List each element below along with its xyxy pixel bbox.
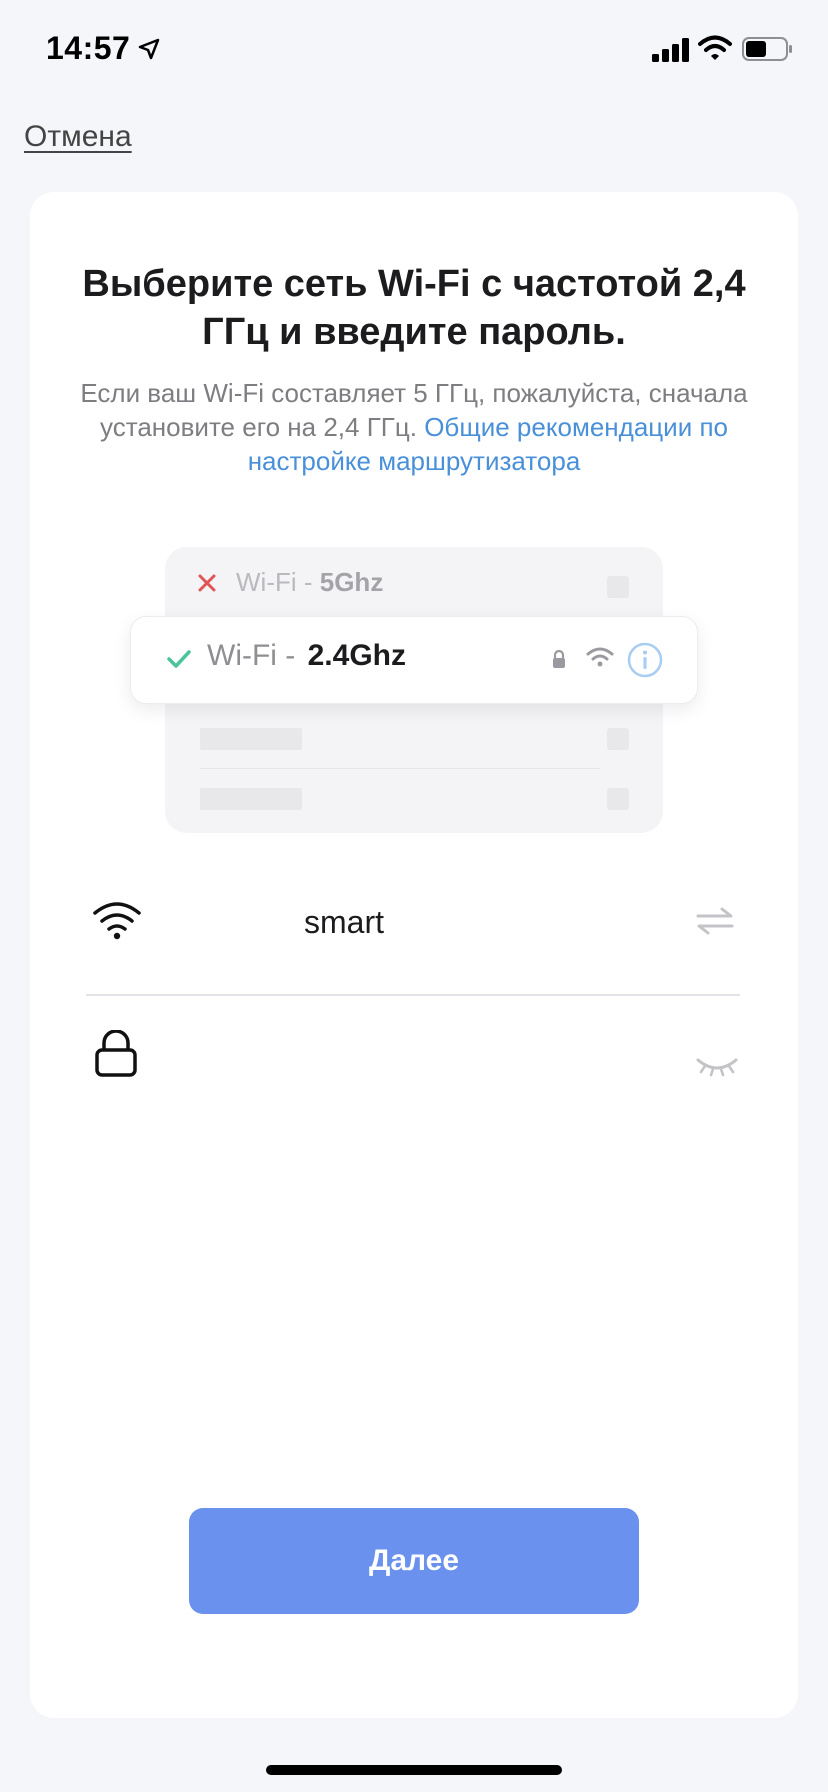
network-5ghz-label: Wi-Fi - 5Ghz — [236, 567, 383, 598]
wifi-signal-icon — [586, 646, 614, 673]
network-24ghz-band: 2.4Ghz — [307, 639, 406, 672]
status-time: 14:57 — [46, 30, 131, 66]
network-24ghz-label: Wi-Fi - 2.4Ghz — [207, 639, 406, 673]
field-divider — [86, 994, 740, 996]
placeholder-square — [607, 788, 629, 810]
next-button[interactable]: Далее — [189, 1508, 639, 1614]
cancel-link[interactable]: Отмена — [24, 120, 132, 154]
wifi-setup-card: Выберите сеть Wi-Fi с частотой 2,4 ГГц и… — [30, 192, 798, 1718]
network-5ghz-band: 5Ghz — [319, 567, 384, 597]
password-input[interactable] — [216, 1034, 666, 1090]
status-bar: 14:57 — [0, 0, 828, 100]
lock-icon — [551, 649, 567, 674]
location-arrow-icon — [138, 38, 160, 65]
info-icon — [627, 642, 663, 683]
network-24ghz-prefix: Wi-Fi - — [207, 639, 304, 672]
placeholder-bar — [200, 788, 302, 810]
page-title: Выберите сеть Wi-Fi с частотой 2,4 ГГц и… — [82, 263, 746, 353]
placeholder-square — [607, 728, 629, 750]
wifi-icon — [92, 900, 142, 945]
ssid-value[interactable]: smart — [304, 904, 384, 941]
x-icon — [198, 574, 216, 597]
network-5ghz-prefix: Wi-Fi - — [236, 567, 320, 597]
swap-network-icon[interactable] — [696, 906, 734, 941]
subtitle: Если ваш Wi-Fi составляет 5 ГГц, пожалуй… — [70, 376, 758, 478]
password-field[interactable] — [86, 1012, 740, 1112]
home-indicator — [266, 1765, 562, 1775]
placeholder-bar — [200, 728, 302, 750]
cellular-signal-icon — [652, 38, 690, 67]
ssid-field[interactable]: smart — [86, 872, 740, 972]
lock-icon — [94, 1029, 138, 1083]
battery-icon — [742, 37, 794, 66]
illustration-divider — [200, 768, 600, 769]
wifi-icon — [698, 35, 732, 66]
placeholder-square — [607, 576, 629, 598]
check-icon — [167, 650, 191, 673]
eye-closed-icon[interactable] — [696, 1056, 738, 1083]
network-24ghz-card: Wi-Fi - 2.4Ghz — [130, 616, 698, 704]
